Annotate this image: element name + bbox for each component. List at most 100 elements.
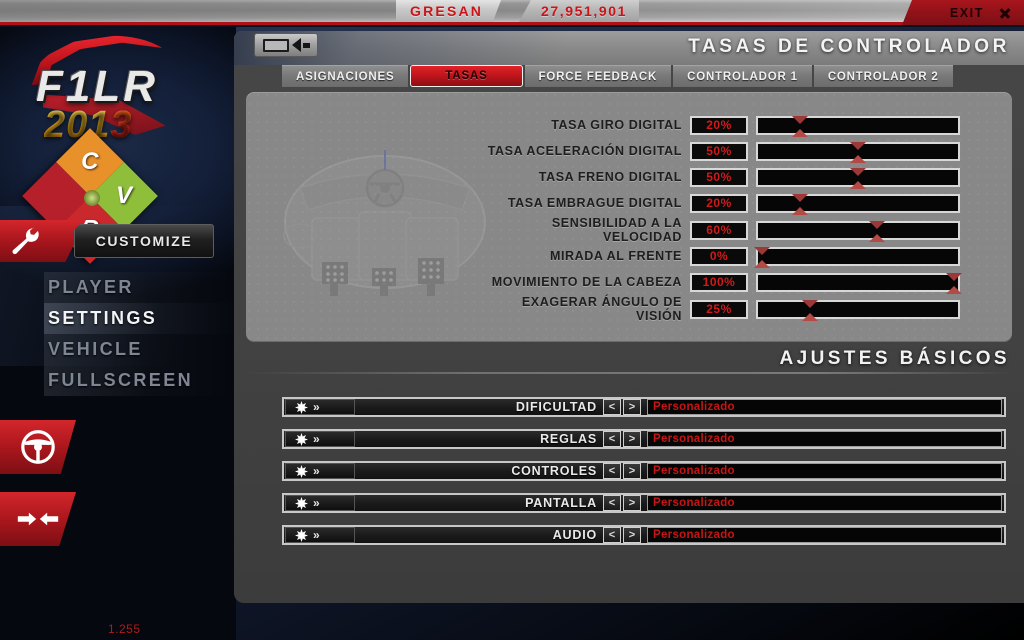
basic-value: Personalizado (647, 463, 1002, 479)
slider-marker-icon[interactable] (850, 167, 866, 189)
tab-label: TASAS (445, 70, 488, 82)
back-button[interactable] (254, 33, 318, 57)
tab-tasas[interactable]: TASAS (410, 65, 523, 87)
starburst-icon: » (285, 463, 355, 479)
rate-label: EXAGERAR ÁNGULO DE VISIÓN (521, 295, 682, 323)
basic-label: AUDIO (552, 528, 597, 542)
basic-row-reglas[interactable]: » REGLAS < > Personalizado (282, 429, 1006, 449)
basic-settings-divider (246, 372, 1012, 374)
sidebar-item-fullscreen[interactable]: FULLSCREEN (44, 365, 236, 396)
basic-settings-title: AJUSTES BÁSICOS (779, 348, 1010, 369)
exit-button[interactable]: EXIT (902, 0, 1024, 25)
cvr-letter-c: C (81, 148, 99, 176)
rate-label: TASA ACELERACIÓN DIGITAL (487, 144, 682, 158)
sidebar-item-player[interactable]: PLAYER (44, 272, 236, 303)
rate-slider[interactable] (756, 141, 960, 163)
rate-label: TASA EMBRAGUE DIGITAL (507, 196, 682, 210)
rate-value: 50% (690, 141, 748, 161)
sidebar-item-settings[interactable]: SETTINGS (44, 303, 236, 334)
page-title: TASAS DE CONTROLADOR (688, 36, 1010, 57)
prev-button[interactable]: < (603, 399, 621, 415)
starburst-icon: » (285, 495, 355, 511)
game-logo: F1LR 2013 C V R (0, 30, 236, 264)
next-button[interactable]: > (623, 431, 641, 447)
money-amount: 27,951,901 (541, 3, 628, 19)
tab-controlador-2[interactable]: CONTROLADOR 2 (813, 65, 953, 87)
rate-label: TASA FRENO DIGITAL (538, 170, 682, 184)
double-chevron-icon: » (313, 400, 320, 414)
basic-row-pantalla[interactable]: » PANTALLA < > Personalizado (282, 493, 1006, 513)
slider-marker-icon[interactable] (754, 246, 770, 268)
top-dark-stripe (0, 25, 1024, 27)
arrows-inward-icon (17, 512, 59, 526)
tab-label: ASIGNACIONES (296, 70, 395, 83)
cvr-letter-v: V (115, 181, 132, 209)
next-button[interactable]: > (623, 399, 641, 415)
rate-slider[interactable] (756, 299, 960, 321)
close-icon[interactable] (998, 6, 1012, 20)
wrench-icon (12, 227, 39, 255)
rate-label: MOVIMIENTO DE LA CABEZA (491, 275, 682, 289)
back-screen-icon (262, 38, 289, 52)
rate-slider[interactable] (754, 246, 960, 268)
basic-value: Personalizado (647, 527, 1002, 543)
basic-row-controles[interactable]: » CONTROLES < > Personalizado (282, 461, 1006, 481)
basic-value: Personalizado (647, 495, 1002, 511)
cockpit-pedals-diagram (283, 150, 486, 296)
rate-value: 100% (690, 272, 748, 292)
slider-marker-icon[interactable] (850, 141, 866, 163)
customize-button[interactable]: CUSTOMIZE (74, 224, 214, 258)
player-name: GRESAN (410, 3, 484, 19)
prev-button[interactable]: < (603, 463, 621, 479)
rate-row: MOVIMIENTO DE LA CABEZA 100% (480, 272, 980, 294)
top-bar: GRESAN 27,951,901 EXIT (0, 0, 1024, 27)
tab-controlador-1[interactable]: CONTROLADOR 1 (673, 65, 812, 87)
slider-marker-icon[interactable] (792, 193, 809, 215)
sidebar-item-vehicle[interactable]: VEHICLE (44, 334, 236, 365)
rate-value: 0% (690, 246, 748, 266)
basic-label: PANTALLA (525, 496, 597, 510)
next-button[interactable]: > (623, 495, 641, 511)
rate-label: TASA GIRO DIGITAL (551, 118, 682, 132)
starburst-glyph (295, 464, 308, 478)
slider-marker-icon[interactable] (946, 272, 962, 294)
slider-marker-icon[interactable] (802, 299, 818, 321)
starburst-icon: » (285, 527, 355, 543)
tab-force-feedback[interactable]: FORCE FEEDBACK (524, 65, 672, 87)
game-settings-screen: GRESAN 27,951,901 EXIT F1LR 2013 C V R (0, 0, 1024, 640)
starburst-glyph (295, 528, 308, 542)
slider-marker-icon[interactable] (869, 220, 886, 242)
prev-button[interactable]: < (603, 495, 621, 511)
back-arrow-icon (291, 38, 301, 52)
next-button[interactable]: > (623, 463, 641, 479)
rate-slider[interactable] (756, 272, 962, 294)
rate-row: TASA FRENO DIGITAL 50% (480, 167, 980, 189)
next-button[interactable]: > (623, 527, 641, 543)
logo-year: 2013 (44, 104, 214, 147)
rate-value: 20% (690, 115, 748, 135)
tab-asignaciones[interactable]: ASIGNACIONES (282, 65, 409, 87)
rate-slider[interactable] (756, 167, 960, 189)
slider-marker-icon[interactable] (792, 115, 809, 137)
rate-value: 50% (690, 167, 748, 187)
customize-row: CUSTOMIZE (0, 220, 236, 262)
rate-row: TASA EMBRAGUE DIGITAL 20% (480, 193, 980, 215)
rate-slider[interactable] (756, 115, 960, 137)
sidebar-item-label: FULLSCREEN (48, 370, 193, 390)
customize-accent (0, 220, 86, 262)
basic-row-audio[interactable]: » AUDIO < > Personalizado (282, 525, 1006, 545)
basic-row-dificultad[interactable]: » DIFICULTAD < > Personalizado (282, 397, 1006, 417)
basic-value: Personalizado (647, 399, 1002, 415)
top-bar-plate (0, 0, 1024, 22)
starburst-glyph (295, 400, 308, 414)
rate-slider[interactable] (756, 193, 960, 215)
prev-button[interactable]: < (603, 431, 621, 447)
rate-slider[interactable] (756, 220, 960, 242)
tab-label: FORCE FEEDBACK (538, 70, 658, 83)
double-chevron-icon: » (313, 496, 320, 510)
starburst-icon: » (285, 431, 355, 447)
rate-value: 60% (690, 220, 748, 240)
prev-button[interactable]: < (603, 527, 621, 543)
sidebar-item-label: SETTINGS (48, 308, 158, 328)
basic-label: DIFICULTAD (515, 400, 597, 414)
